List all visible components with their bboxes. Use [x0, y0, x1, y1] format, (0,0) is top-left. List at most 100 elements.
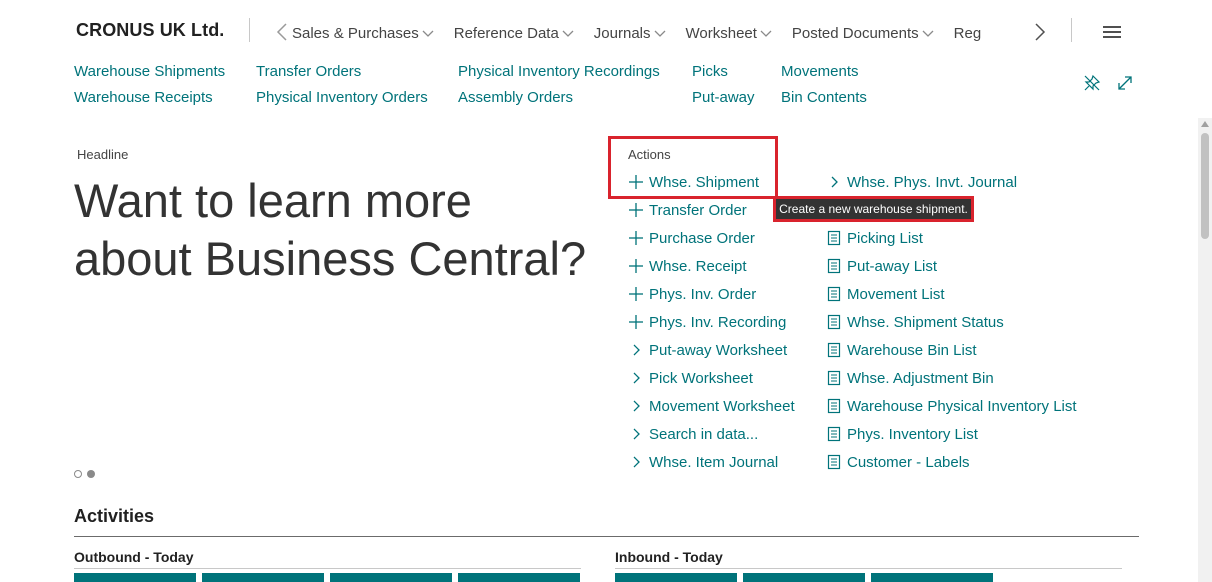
- carousel-dot-1[interactable]: [74, 470, 82, 478]
- report-icon: [826, 314, 842, 330]
- menu-icon[interactable]: [1103, 26, 1121, 40]
- action-phys-inv-order[interactable]: Phys. Inv. Order: [628, 284, 756, 304]
- chevron-right-icon: [628, 398, 644, 414]
- divider: [1071, 18, 1072, 42]
- outbound-group-label: Outbound - Today: [74, 549, 194, 565]
- activity-tile[interactable]: [871, 573, 993, 582]
- report-icon: [826, 230, 842, 246]
- action-label: Warehouse Bin List: [847, 341, 977, 359]
- chevron-right-icon: [628, 426, 644, 442]
- action-transfer-order[interactable]: Transfer Order: [628, 200, 747, 220]
- action-phys-inv-recording[interactable]: Phys. Inv. Recording: [628, 312, 786, 332]
- nav-item-label: Journals: [593, 24, 651, 42]
- scrollbar-thumb[interactable]: [1201, 133, 1209, 239]
- action-label: Put-away List: [847, 257, 938, 275]
- plus-icon: [628, 258, 644, 274]
- activity-tile[interactable]: [615, 573, 737, 582]
- carousel-dot-2[interactable]: [87, 470, 95, 478]
- link-assembly-orders[interactable]: Assembly Orders: [458, 89, 573, 106]
- plus-icon: [628, 230, 644, 246]
- action-label: Customer - Labels: [847, 453, 970, 471]
- action-search-in-data[interactable]: Search in data...: [628, 424, 758, 444]
- headline-text[interactable]: Want to learn more about Business Centra…: [74, 172, 594, 288]
- link-transfer-orders[interactable]: Transfer Orders: [256, 63, 361, 80]
- nav-item-reference-data[interactable]: Reference Data: [454, 23, 574, 43]
- activity-tile[interactable]: [743, 573, 865, 582]
- activity-tile[interactable]: [330, 573, 452, 582]
- top-navigation-bar: CRONUS UK Ltd. Sales & Purchases Referen…: [0, 0, 1212, 60]
- action-label: Purchase Order: [649, 229, 755, 247]
- link-physical-inventory-orders[interactable]: Physical Inventory Orders: [256, 89, 428, 106]
- action-label: Whse. Receipt: [649, 257, 747, 275]
- action-whse-shipment-status[interactable]: Whse. Shipment Status: [826, 312, 1004, 332]
- activity-tile[interactable]: [202, 573, 324, 582]
- action-whse-item-journal[interactable]: Whse. Item Journal: [628, 452, 778, 472]
- chevron-down-icon: [562, 30, 574, 37]
- action-label: Put-away Worksheet: [649, 341, 788, 359]
- action-put-away-list[interactable]: Put-away List: [826, 256, 937, 276]
- action-customer-labels[interactable]: Customer - Labels: [826, 452, 970, 472]
- action-movement-list[interactable]: Movement List: [826, 284, 945, 304]
- action-put-away-worksheet[interactable]: Put-away Worksheet: [628, 340, 787, 360]
- link-warehouse-receipts[interactable]: Warehouse Receipts: [74, 89, 213, 106]
- tooltip: Create a new warehouse shipment.: [773, 196, 974, 222]
- report-icon: [826, 286, 842, 302]
- report-icon: [826, 370, 842, 386]
- action-label: Whse. Phys. Invt. Journal: [847, 173, 1018, 191]
- nav-item-label: Worksheet: [685, 24, 757, 42]
- scroll-up-icon[interactable]: [1200, 120, 1210, 128]
- action-warehouse-bin-list[interactable]: Warehouse Bin List: [826, 340, 977, 360]
- action-purchase-order[interactable]: Purchase Order: [628, 228, 755, 248]
- action-label: Transfer Order: [649, 201, 747, 219]
- chevron-left-icon[interactable]: [275, 22, 289, 42]
- action-movement-worksheet[interactable]: Movement Worksheet: [628, 396, 795, 416]
- chevron-down-icon: [922, 30, 934, 37]
- nav-item-sales-purchases[interactable]: Sales & Purchases: [292, 23, 434, 43]
- action-picking-list[interactable]: Picking List: [826, 228, 923, 248]
- action-label: Warehouse Physical Inventory List: [847, 397, 1077, 415]
- action-whse-adjustment-bin[interactable]: Whse. Adjustment Bin: [826, 368, 994, 388]
- action-label: Whse. Adjustment Bin: [847, 369, 994, 387]
- unpin-icon[interactable]: [1083, 74, 1101, 92]
- link-bin-contents[interactable]: Bin Contents: [781, 89, 867, 106]
- link-physical-inventory-recordings[interactable]: Physical Inventory Recordings: [458, 63, 660, 80]
- divider: [74, 568, 581, 569]
- expand-icon[interactable]: [1116, 74, 1134, 92]
- activity-tile[interactable]: [458, 573, 580, 582]
- company-name[interactable]: CRONUS UK Ltd.: [76, 20, 224, 41]
- nav-item-worksheet[interactable]: Worksheet: [686, 23, 772, 43]
- divider: [615, 568, 1122, 569]
- chevron-right-icon: [628, 370, 644, 386]
- report-icon: [826, 398, 842, 414]
- nav-item-reg[interactable]: Reg: [954, 23, 982, 43]
- activity-tile[interactable]: [74, 573, 196, 582]
- nav-item-label: Reg: [953, 24, 982, 42]
- action-label: Picking List: [847, 229, 923, 247]
- nav-item-journals[interactable]: Journals: [594, 23, 666, 43]
- report-icon: [826, 342, 842, 358]
- plus-icon: [628, 314, 644, 330]
- chevron-right-icon[interactable]: [1033, 22, 1047, 42]
- action-whse-phys-invt-journal[interactable]: Whse. Phys. Invt. Journal: [826, 172, 1017, 192]
- nav-item-posted-documents[interactable]: Posted Documents: [792, 23, 934, 43]
- divider: [249, 18, 250, 42]
- link-picks[interactable]: Picks: [692, 63, 728, 80]
- action-label: Phys. Inv. Recording: [649, 313, 787, 331]
- action-label: Whse. Item Journal: [649, 453, 779, 471]
- report-icon: [826, 426, 842, 442]
- link-warehouse-shipments[interactable]: Warehouse Shipments: [74, 63, 225, 80]
- link-movements[interactable]: Movements: [781, 63, 859, 80]
- report-icon: [826, 454, 842, 470]
- chevron-right-icon: [628, 342, 644, 358]
- headline-label: Headline: [77, 147, 129, 162]
- action-label: Movement List: [847, 285, 945, 303]
- action-phys-inventory-list[interactable]: Phys. Inventory List: [826, 424, 978, 444]
- action-pick-worksheet[interactable]: Pick Worksheet: [628, 368, 753, 388]
- action-whse-receipt[interactable]: Whse. Receipt: [628, 256, 747, 276]
- report-icon: [826, 258, 842, 274]
- action-label: Phys. Inventory List: [847, 425, 978, 443]
- link-put-away[interactable]: Put-away: [692, 89, 755, 106]
- inbound-group-label: Inbound - Today: [615, 549, 723, 565]
- action-warehouse-physical-inventory-list[interactable]: Warehouse Physical Inventory List: [826, 396, 1077, 416]
- chevron-down-icon: [654, 30, 665, 37]
